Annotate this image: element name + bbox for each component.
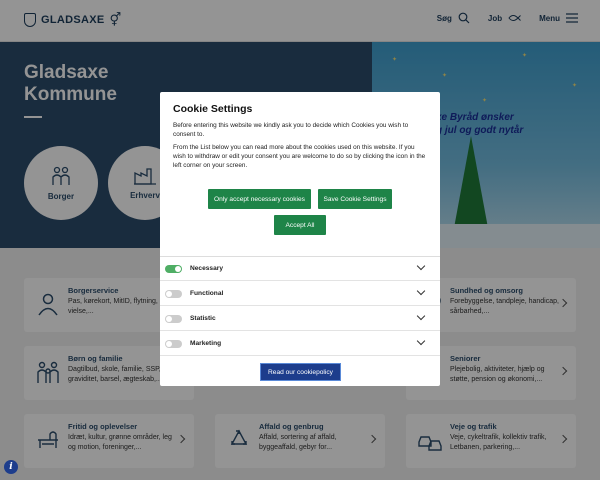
cookie-settings-dialog: Cookie Settings Before entering this web…: [160, 92, 440, 386]
chevron-down-icon[interactable]: [416, 336, 426, 346]
accept-all-button[interactable]: Accept All: [274, 215, 326, 235]
marketing-toggle[interactable]: [165, 340, 182, 348]
category-label: Functional: [190, 290, 224, 297]
chevron-down-icon[interactable]: [416, 311, 426, 321]
cookie-intro: Before entering this website we kindly a…: [173, 122, 409, 138]
save-cookie-settings-button[interactable]: Save Cookie Settings: [318, 189, 392, 209]
cookie-info-icon[interactable]: i: [4, 460, 18, 474]
read-cookiepolicy-button[interactable]: Read our cookiepolicy: [260, 363, 341, 381]
only-necessary-button[interactable]: Only accept necessary cookies: [208, 189, 311, 209]
cookie-category-statistic[interactable]: Statistic: [160, 307, 440, 331]
cookie-description: From the List below you can read more ab…: [173, 144, 426, 169]
chevron-down-icon[interactable]: [416, 261, 426, 271]
chevron-down-icon[interactable]: [416, 286, 426, 296]
category-label: Statistic: [190, 315, 216, 322]
cookie-category-marketing[interactable]: Marketing: [160, 332, 440, 356]
cookie-category-necessary[interactable]: Necessary: [160, 257, 440, 281]
cookie-category-functional[interactable]: Functional: [160, 282, 440, 306]
cookie-title: Cookie Settings: [173, 103, 253, 115]
necessary-toggle[interactable]: [165, 265, 182, 273]
functional-toggle[interactable]: [165, 290, 182, 298]
statistic-toggle[interactable]: [165, 315, 182, 323]
category-label: Marketing: [190, 340, 222, 347]
category-label: Necessary: [190, 265, 223, 272]
